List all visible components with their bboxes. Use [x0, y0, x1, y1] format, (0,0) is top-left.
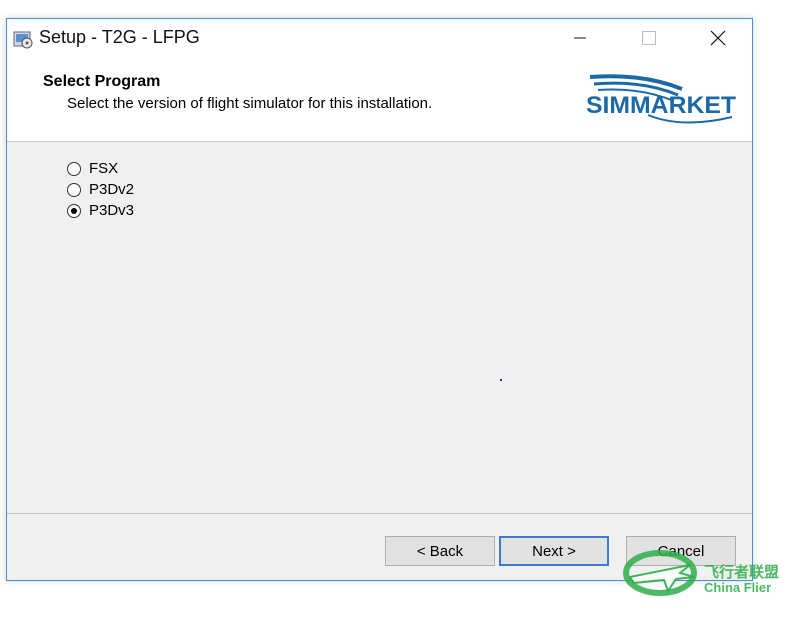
option-label: P3Dv3 — [89, 202, 135, 219]
simmarket-logo: SIMMARKET — [586, 74, 736, 124]
close-icon — [710, 30, 726, 46]
back-button[interactable]: < Back — [385, 536, 495, 566]
option-fsx[interactable]: FSX — [67, 160, 118, 177]
title-bar: Setup - T2G - LFPG — [7, 19, 752, 57]
stray-dot — [500, 379, 502, 381]
radio-fsx[interactable] — [67, 161, 81, 176]
svg-text:SIMMARKET: SIMMARKET — [586, 92, 736, 119]
svg-text:China Flier: China Flier — [704, 580, 771, 595]
option-label: P3Dv2 — [89, 181, 135, 198]
options-panel: FSX P3Dv2 P3Dv3 — [7, 142, 752, 512]
close-button[interactable] — [695, 19, 741, 57]
minimize-button[interactable] — [557, 19, 603, 57]
option-p3dv2[interactable]: P3Dv2 — [67, 181, 134, 198]
radio-p3dv3[interactable] — [67, 203, 81, 218]
page-subtitle: Select the version of flight simulator f… — [67, 95, 433, 112]
svg-text:飞行者联盟: 飞行者联盟 — [704, 563, 779, 581]
radio-p3dv2[interactable] — [67, 182, 81, 197]
page-title: Select Program — [43, 73, 161, 90]
option-p3dv3[interactable]: P3Dv3 — [67, 202, 134, 219]
minimize-icon — [574, 37, 586, 39]
page-header: Select Program Select the version of fli… — [7, 57, 752, 142]
installer-app-icon — [13, 31, 33, 49]
setup-window: Setup - T2G - LFPG Select Program Select… — [6, 18, 753, 581]
maximize-button[interactable] — [626, 19, 672, 57]
next-button[interactable]: Next > — [499, 536, 609, 566]
option-label: FSX — [89, 160, 119, 177]
window-title: Setup - T2G - LFPG — [39, 27, 200, 47]
china-flier-watermark: 飞行者联盟 China Flier — [623, 550, 779, 596]
footer-divider — [7, 513, 752, 514]
maximize-icon — [642, 31, 656, 45]
